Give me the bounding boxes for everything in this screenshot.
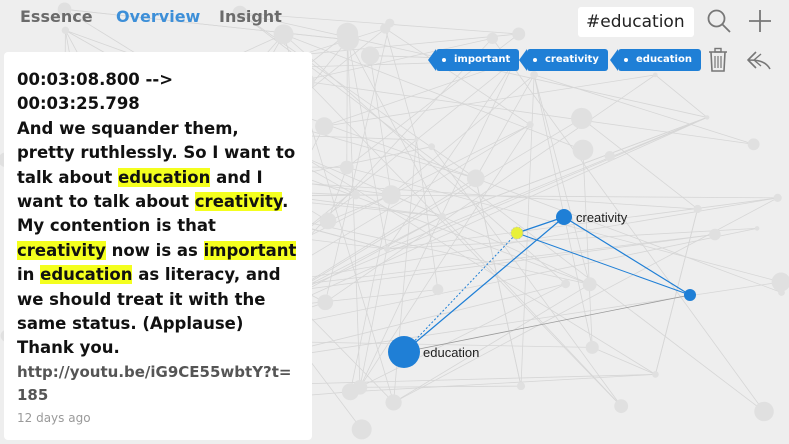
background-node: [572, 139, 594, 161]
background-edge: [441, 215, 590, 285]
source-link[interactable]: http://youtu.be/iG9CE55wbtY?t=185: [17, 361, 300, 407]
background-edge: [350, 283, 566, 393]
background-node: [351, 190, 361, 200]
background-node: [432, 284, 444, 296]
background-edge: [359, 60, 516, 388]
background-node: [530, 71, 538, 79]
tab-essence[interactable]: Essence: [20, 7, 93, 26]
highlighted-keyword: important: [203, 240, 297, 260]
statement-time-range: 00:03:08.800 --> 00:03:25.798: [17, 70, 174, 114]
background-node: [526, 121, 534, 129]
highlighted-keyword: education: [40, 265, 133, 285]
background-edge: [415, 139, 439, 290]
background-node: [614, 399, 629, 414]
background-node: [385, 394, 402, 411]
highlighted-keyword: creativity: [17, 240, 106, 260]
background-node: [438, 212, 446, 220]
background-edge: [346, 33, 348, 168]
background-edge: [520, 74, 535, 387]
background-node: [351, 419, 372, 440]
background-node: [571, 107, 593, 130]
background-node: [778, 289, 785, 296]
background-edge: [346, 33, 361, 388]
background-node: [319, 212, 337, 230]
background-edge: [533, 74, 754, 145]
background-node: [693, 204, 702, 214]
background-node: [704, 115, 710, 120]
statement-text: 00:03:08.800 --> 00:03:25.798 And we squ…: [17, 68, 300, 361]
background-node: [339, 160, 354, 175]
background-edge: [581, 118, 698, 210]
tab-insight[interactable]: Insight: [219, 7, 282, 26]
background-edge: [475, 74, 535, 179]
background-node: [582, 277, 597, 292]
background-node: [771, 272, 789, 292]
highlighted-keyword: education: [118, 167, 211, 187]
background-node: [747, 138, 760, 151]
background-node: [709, 228, 721, 241]
background-node: [380, 23, 391, 34]
background-node: [754, 226, 760, 231]
background-node: [773, 193, 782, 202]
background-node: [604, 151, 615, 162]
background-node: [466, 169, 485, 188]
background-edge: [582, 149, 593, 348]
tab-bar: Essence Overview Insight: [0, 0, 290, 34]
search-icon[interactable]: [706, 8, 732, 39]
background-edge: [592, 347, 656, 375]
background-node: [652, 72, 658, 78]
tag-creativity[interactable]: creativity: [519, 49, 608, 71]
background-edge: [386, 197, 778, 250]
background-node: [486, 32, 498, 44]
statement-card: 00:03:08.800 --> 00:03:25.798 And we squ…: [4, 52, 312, 440]
background-node: [585, 340, 599, 354]
background-node: [516, 382, 526, 391]
undo-icon[interactable]: [745, 49, 773, 78]
background-node: [317, 294, 334, 311]
background-node: [652, 371, 659, 378]
background-edge: [393, 197, 778, 403]
tab-overview[interactable]: Overview: [116, 7, 200, 26]
background-node: [754, 401, 774, 422]
background-node: [428, 143, 436, 151]
background-node: [336, 22, 359, 45]
background-edge: [306, 81, 622, 407]
background-node: [512, 27, 526, 41]
statement-segment: in: [17, 265, 41, 285]
statement-body: And we squander them, pretty ruthlessly.…: [17, 119, 297, 357]
statement-age: 12 days ago: [17, 410, 91, 425]
trash-icon[interactable]: [707, 47, 729, 78]
background-node: [341, 383, 359, 401]
background-node: [381, 185, 401, 205]
background-node: [414, 137, 419, 143]
tag-important[interactable]: important: [427, 49, 520, 71]
plus-icon[interactable]: [748, 9, 772, 38]
background-node: [561, 279, 571, 289]
background-node: [383, 245, 390, 253]
background-node: [360, 46, 380, 65]
background-edge: [655, 74, 708, 118]
search-input[interactable]: [578, 7, 694, 37]
statement-segment: now is as: [105, 240, 204, 260]
tag-education[interactable]: education: [610, 49, 701, 71]
background-node: [315, 117, 334, 136]
highlighted-keyword: creativity: [194, 192, 283, 212]
